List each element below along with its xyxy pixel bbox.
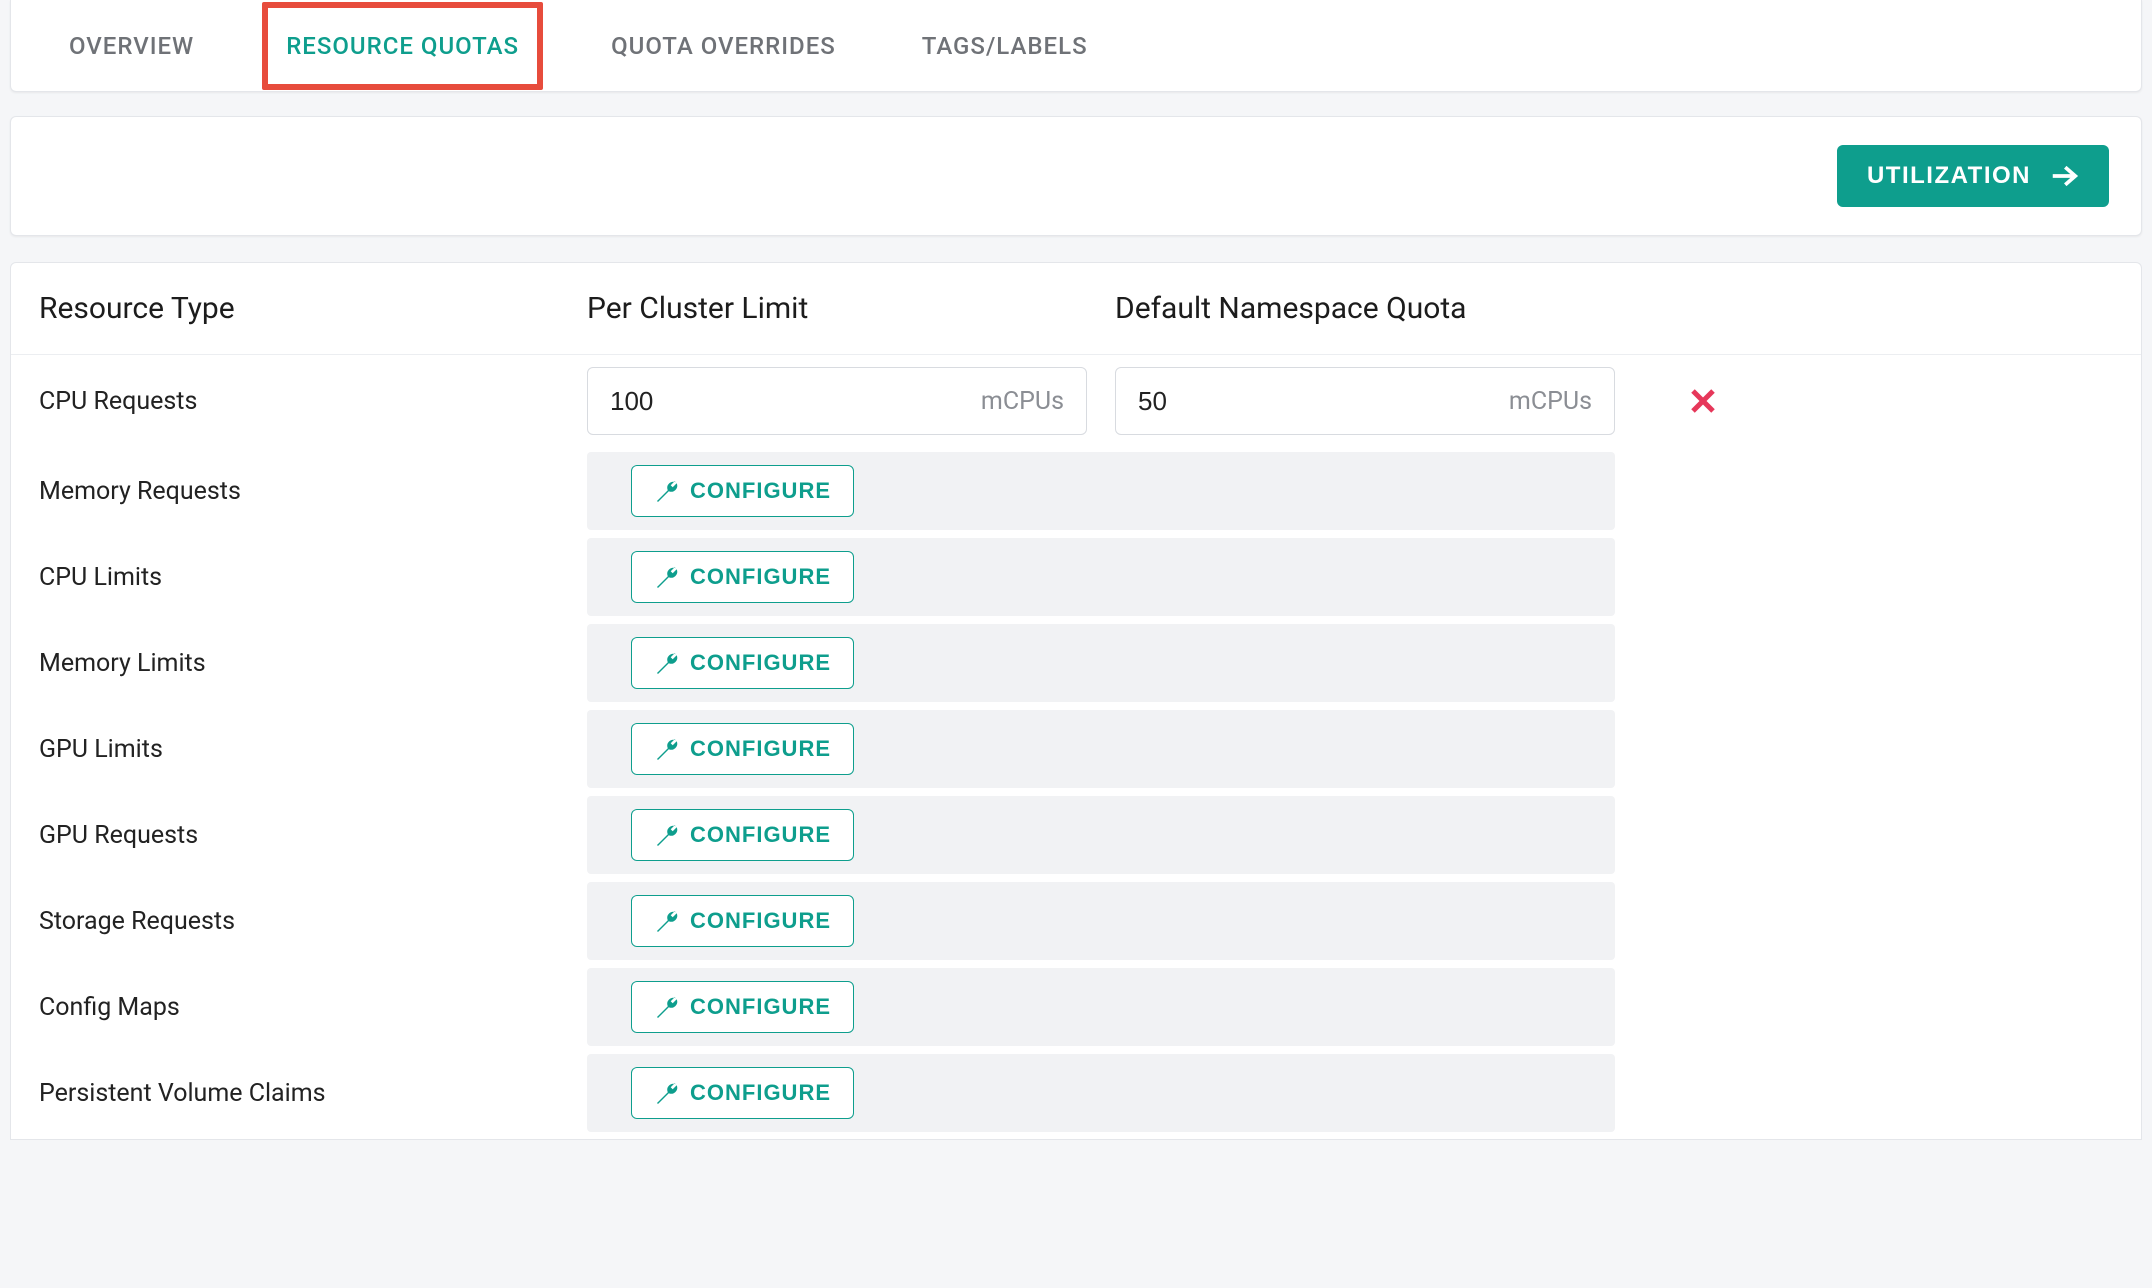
configure-cell: CONFIGURE — [587, 624, 1615, 702]
wrench-icon — [654, 909, 678, 933]
tab-strip: OVERVIEW RESOURCE QUOTAS QUOTA OVERRIDES… — [10, 0, 2142, 92]
row-cpu-limits: CPU Limits CONFIGURE — [11, 535, 2141, 619]
wrench-icon — [654, 651, 678, 675]
configure-button[interactable]: CONFIGURE — [631, 981, 854, 1033]
namespace-quota-input[interactable] — [1138, 386, 1499, 417]
resource-type-label: CPU Limits — [39, 563, 559, 592]
tab-resource-quotas[interactable]: RESOURCE QUOTAS — [262, 2, 543, 90]
namespace-quota-cell: mCPUs — [1115, 367, 1615, 435]
col-namespace: Default Namespace Quota — [1115, 291, 1615, 326]
row-cpu-requests: CPU Requests mCPUs mCPUs — [11, 355, 2141, 447]
configure-button[interactable]: CONFIGURE — [631, 465, 854, 517]
resource-type-label: Memory Limits — [39, 649, 559, 678]
utilization-label: UTILIZATION — [1867, 162, 2031, 190]
configure-label: CONFIGURE — [690, 994, 831, 1020]
configure-button[interactable]: CONFIGURE — [631, 551, 854, 603]
wrench-icon — [654, 995, 678, 1019]
configure-button[interactable]: CONFIGURE — [631, 895, 854, 947]
tab-quota-overrides[interactable]: QUOTA OVERRIDES — [593, 2, 854, 90]
row-gpu-requests: GPU Requests CONFIGURE — [11, 793, 2141, 877]
configure-label: CONFIGURE — [690, 1080, 831, 1106]
cluster-limit-cell: mCPUs — [587, 367, 1087, 435]
resource-type-label: GPU Limits — [39, 735, 559, 764]
configure-cell: CONFIGURE — [587, 710, 1615, 788]
col-per-cluster: Per Cluster Limit — [587, 291, 1087, 326]
resource-quota-panel: Resource Type Per Cluster Limit Default … — [10, 262, 2142, 1140]
configure-label: CONFIGURE — [690, 564, 831, 590]
row-config-maps: Config Maps CONFIGURE — [11, 965, 2141, 1049]
wrench-icon — [654, 737, 678, 761]
resource-type-label: CPU Requests — [39, 387, 559, 416]
configure-label: CONFIGURE — [690, 650, 831, 676]
resource-type-label: Storage Requests — [39, 907, 559, 936]
resource-type-label: GPU Requests — [39, 821, 559, 850]
resource-type-label: Persistent Volume Claims — [39, 1079, 559, 1108]
configure-cell: CONFIGURE — [587, 452, 1615, 530]
utilization-button[interactable]: UTILIZATION — [1837, 145, 2109, 207]
arrow-right-icon — [2049, 161, 2079, 191]
wrench-icon — [654, 823, 678, 847]
cluster-limit-input[interactable] — [610, 386, 971, 417]
configure-label: CONFIGURE — [690, 822, 831, 848]
row-memory-requests: Memory Requests CONFIGURE — [11, 449, 2141, 533]
configure-cell: CONFIGURE — [587, 796, 1615, 874]
tab-tags-labels[interactable]: TAGS/LABELS — [904, 2, 1106, 90]
wrench-icon — [654, 479, 678, 503]
configure-button[interactable]: CONFIGURE — [631, 1067, 854, 1119]
row-pvc: Persistent Volume Claims CONFIGURE — [11, 1051, 2141, 1135]
configure-label: CONFIGURE — [690, 736, 831, 762]
configure-cell: CONFIGURE — [587, 968, 1615, 1046]
configure-label: CONFIGURE — [690, 908, 831, 934]
delete-icon[interactable] — [1688, 386, 1718, 416]
row-memory-limits: Memory Limits CONFIGURE — [11, 621, 2141, 705]
tab-overview[interactable]: OVERVIEW — [51, 2, 212, 90]
row-gpu-limits: GPU Limits CONFIGURE — [11, 707, 2141, 791]
configure-button[interactable]: CONFIGURE — [631, 637, 854, 689]
configure-button[interactable]: CONFIGURE — [631, 723, 854, 775]
configure-button[interactable]: CONFIGURE — [631, 809, 854, 861]
configure-cell: CONFIGURE — [587, 882, 1615, 960]
wrench-icon — [654, 565, 678, 589]
resource-type-label: Config Maps — [39, 993, 559, 1022]
resource-type-label: Memory Requests — [39, 477, 559, 506]
table-header: Resource Type Per Cluster Limit Default … — [11, 263, 2141, 355]
configure-label: CONFIGURE — [690, 478, 831, 504]
cluster-limit-unit: mCPUs — [981, 387, 1064, 416]
row-storage-requests: Storage Requests CONFIGURE — [11, 879, 2141, 963]
configure-cell: CONFIGURE — [587, 1054, 1615, 1132]
wrench-icon — [654, 1081, 678, 1105]
configure-cell: CONFIGURE — [587, 538, 1615, 616]
col-resource-type: Resource Type — [39, 291, 559, 326]
utilization-bar: UTILIZATION — [10, 116, 2142, 236]
namespace-quota-unit: mCPUs — [1509, 387, 1592, 416]
